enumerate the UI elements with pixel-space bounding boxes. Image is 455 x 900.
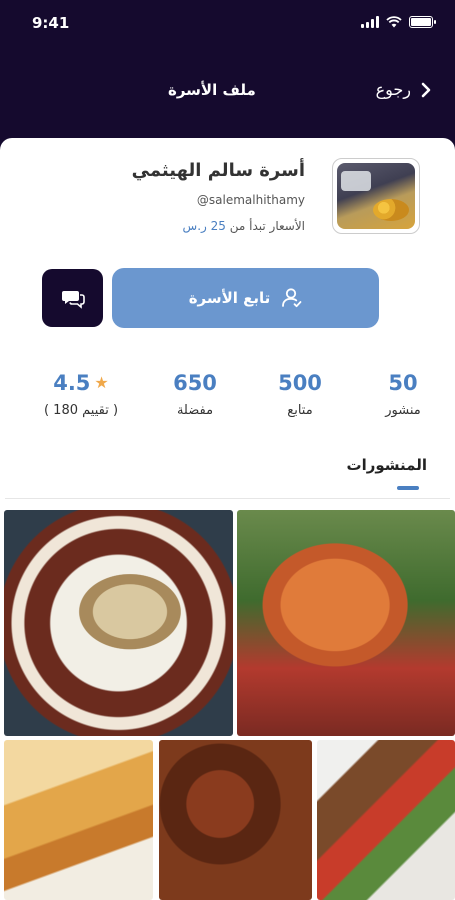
stat-posts[interactable]: 50 منشور (379, 371, 427, 418)
header-bar: 9:41 ملف الأسرة رجوع (0, 0, 455, 150)
status-time: 9:41 (32, 14, 70, 32)
profile-info: أسرة سالم الهيثمي @salemalhithamy الأسعا… (132, 160, 305, 233)
tab-posts[interactable]: المنشورات (347, 456, 427, 482)
post-thumbnail[interactable] (4, 740, 153, 900)
wifi-icon (386, 16, 402, 28)
post-thumbnail[interactable] (237, 510, 455, 736)
star-icon: ★ (94, 373, 109, 392)
stat-followers-value: 500 (278, 371, 322, 395)
stat-rating-value: 4.5 ★ (40, 371, 122, 395)
status-bar: 9:41 (32, 14, 436, 34)
profile-stats: 50 منشور 500 متابع 650 مفضلة 4.5 ★ ( تقيي… (30, 371, 427, 421)
posts-grid (4, 510, 455, 900)
stat-followers-label: متابع (287, 403, 313, 418)
back-button[interactable]: رجوع (376, 80, 431, 99)
status-icons (361, 16, 436, 28)
stat-rating-label: ( تقييم 180 ) (43, 403, 119, 418)
price-amount: 25 ر.س (182, 219, 226, 233)
profile-card: أسرة سالم الهيثمي @salemalhithamy الأسعا… (0, 138, 455, 900)
tab-active-indicator (397, 486, 419, 490)
stat-posts-value: 50 (388, 371, 418, 395)
stat-posts-label: منشور (385, 403, 421, 418)
add-user-icon (282, 288, 302, 308)
follow-family-button[interactable]: تابع الأسرة (112, 268, 379, 328)
tabs-divider (5, 498, 450, 499)
battery-icon (409, 16, 436, 28)
signal-icon (361, 16, 379, 28)
price-info: الأسعار تبدأ من 25 ر.س (132, 219, 305, 233)
stat-favorites-value: 650 (173, 371, 217, 395)
page-title: ملف الأسرة (168, 81, 256, 99)
avatar-image (337, 163, 415, 229)
back-label: رجوع (375, 80, 411, 99)
stat-favorites-label: مفضلة (176, 403, 214, 418)
family-avatar (332, 158, 420, 234)
message-button[interactable] (42, 269, 103, 327)
rating-number: 4.5 (53, 371, 91, 395)
stat-followers[interactable]: 500 متابع (277, 371, 323, 418)
post-thumbnail[interactable] (4, 510, 233, 736)
chat-bubble-icon (61, 291, 85, 309)
post-thumbnail[interactable] (159, 740, 312, 900)
chevron-right-icon (421, 82, 431, 97)
family-name: أسرة سالم الهيثمي (131, 160, 305, 181)
post-thumbnail[interactable] (317, 740, 455, 900)
stat-rating[interactable]: 4.5 ★ ( تقييم 180 ) (40, 371, 122, 418)
family-handle: @salemalhithamy (196, 193, 305, 207)
price-prefix: الأسعار تبدأ من (229, 219, 305, 233)
stat-favorites[interactable]: 650 مفضلة (171, 371, 219, 418)
follow-label: تابع الأسرة (188, 289, 271, 307)
profile-tabs: المنشورات (347, 456, 427, 490)
